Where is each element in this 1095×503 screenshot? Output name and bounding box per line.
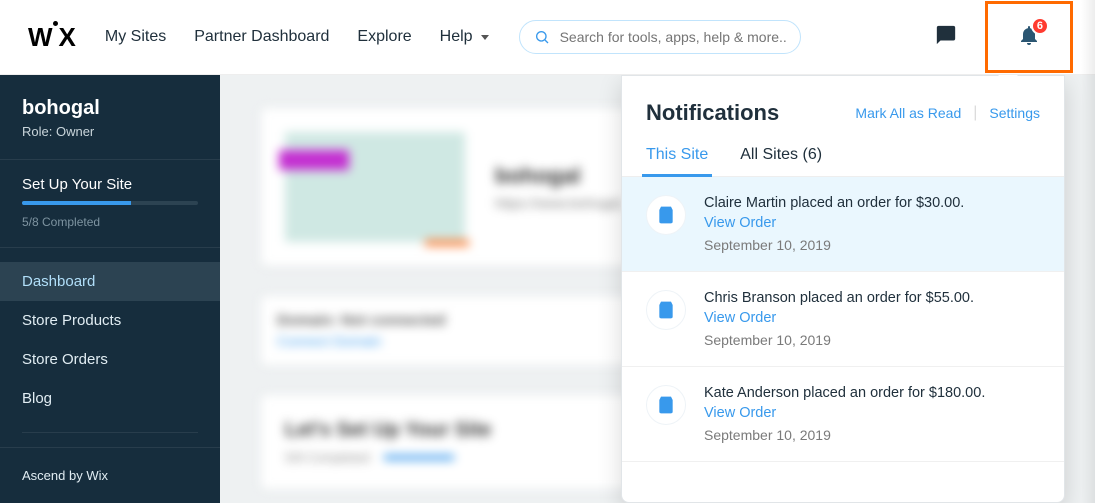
mark-all-read[interactable]: Mark All as Read	[855, 105, 961, 121]
sidebar-item-dashboard[interactable]: Dashboard	[0, 262, 220, 301]
bell-highlight: 6	[985, 1, 1073, 73]
nav-my-sites[interactable]: My Sites	[105, 28, 166, 46]
notification-text: Kate Anderson placed an order for $180.0…	[704, 385, 985, 401]
view-order-link[interactable]: View Order	[704, 310, 776, 326]
notification-item[interactable]: Claire Martin placed an order for $30.00…	[622, 177, 1064, 272]
shopping-bag-icon	[646, 290, 686, 330]
ascend-by-wix[interactable]: Ascend by Wix	[0, 447, 220, 503]
setup-section[interactable]: Set Up Your Site 5/8 Completed	[0, 159, 220, 239]
chat-icon[interactable]	[935, 24, 957, 51]
notification-date: September 10, 2019	[704, 237, 964, 253]
sidebar-item-blog[interactable]: Blog	[0, 379, 220, 418]
notification-item[interactable]: Kate Anderson placed an order for $180.0…	[622, 367, 1064, 462]
notifications-settings[interactable]: Settings	[989, 105, 1040, 121]
nav-partner-dashboard[interactable]: Partner Dashboard	[194, 28, 329, 46]
nav-explore[interactable]: Explore	[357, 28, 411, 46]
notification-item[interactable]: Chris Branson placed an order for $55.00…	[622, 272, 1064, 367]
site-role: Role: Owner	[22, 124, 198, 139]
chevron-down-icon	[481, 35, 489, 40]
shopping-bag-icon	[646, 195, 686, 235]
sidebar-item-store-products[interactable]: Store Products	[0, 301, 220, 340]
setup-progress-bar	[22, 201, 198, 205]
notification-text: Claire Martin placed an order for $30.00…	[704, 195, 964, 211]
site-name: bohogal	[22, 97, 198, 120]
wix-logo[interactable]: WX	[28, 21, 75, 53]
notification-date: September 10, 2019	[704, 332, 974, 348]
top-nav: My Sites Partner Dashboard Explore Help	[105, 28, 489, 46]
sidebar: bohogal Role: Owner Set Up Your Site 5/8…	[0, 75, 220, 503]
tab-all-sites[interactable]: All Sites (6)	[740, 146, 822, 176]
content-area: bohogal https://www.bohogal... Site Acti…	[220, 75, 1095, 503]
topbar: WX My Sites Partner Dashboard Explore He…	[0, 0, 1095, 75]
search-icon	[534, 29, 550, 45]
tab-this-site[interactable]: This Site	[646, 146, 708, 176]
notifications-list: Claire Martin placed an order for $30.00…	[622, 177, 1064, 502]
notifications-bell[interactable]: 6	[1017, 23, 1041, 52]
sidebar-nav: Dashboard Store Products Store Orders Bl…	[0, 262, 220, 418]
view-order-link[interactable]: View Order	[704, 405, 776, 421]
setup-label: Set Up Your Site	[22, 176, 198, 193]
notification-date: September 10, 2019	[704, 427, 985, 443]
notifications-panel: Notifications Mark All as Read | Setting…	[621, 75, 1065, 503]
sidebar-item-store-orders[interactable]: Store Orders	[0, 340, 220, 379]
notification-text: Chris Branson placed an order for $55.00…	[704, 290, 974, 306]
shopping-bag-icon	[646, 385, 686, 425]
nav-help[interactable]: Help	[440, 28, 489, 46]
view-order-link[interactable]: View Order	[704, 215, 776, 231]
search-input[interactable]	[560, 29, 786, 45]
setup-progress-text: 5/8 Completed	[22, 215, 198, 229]
notifications-tabs: This Site All Sites (6)	[622, 126, 1064, 177]
notifications-title: Notifications	[646, 100, 855, 126]
search-box[interactable]	[519, 20, 801, 54]
bell-badge: 6	[1031, 17, 1049, 35]
nav-help-label: Help	[440, 28, 473, 46]
